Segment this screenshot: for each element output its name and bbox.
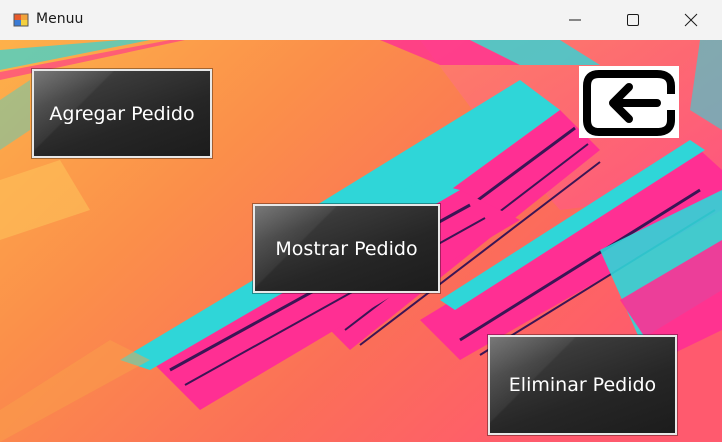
- maximize-button[interactable]: [604, 0, 662, 40]
- app-icon: [13, 13, 29, 27]
- eliminar-pedido-label: Eliminar Pedido: [508, 374, 657, 396]
- maximize-icon: [627, 14, 639, 26]
- app-window: Menuu Agregar Pedido Mostrar Pedido Elim…: [0, 0, 722, 442]
- title-bar[interactable]: Menuu: [0, 0, 722, 40]
- mostrar-pedido-button[interactable]: Mostrar Pedido: [253, 204, 440, 293]
- agregar-pedido-label: Agregar Pedido: [49, 102, 195, 125]
- close-icon: [684, 13, 698, 27]
- eliminar-pedido-button[interactable]: Eliminar Pedido: [488, 335, 677, 435]
- form-client-area: Agregar Pedido Mostrar Pedido Eliminar P…: [0, 40, 722, 442]
- back-arrow-icon: [583, 70, 675, 136]
- window-title: Menuu: [36, 11, 84, 27]
- close-button[interactable]: [662, 0, 720, 40]
- minimize-button[interactable]: [546, 0, 604, 40]
- back-button[interactable]: [579, 66, 679, 138]
- agregar-pedido-button[interactable]: Agregar Pedido: [32, 69, 212, 158]
- mostrar-pedido-label: Mostrar Pedido: [275, 237, 418, 260]
- minimize-icon: [569, 19, 581, 21]
